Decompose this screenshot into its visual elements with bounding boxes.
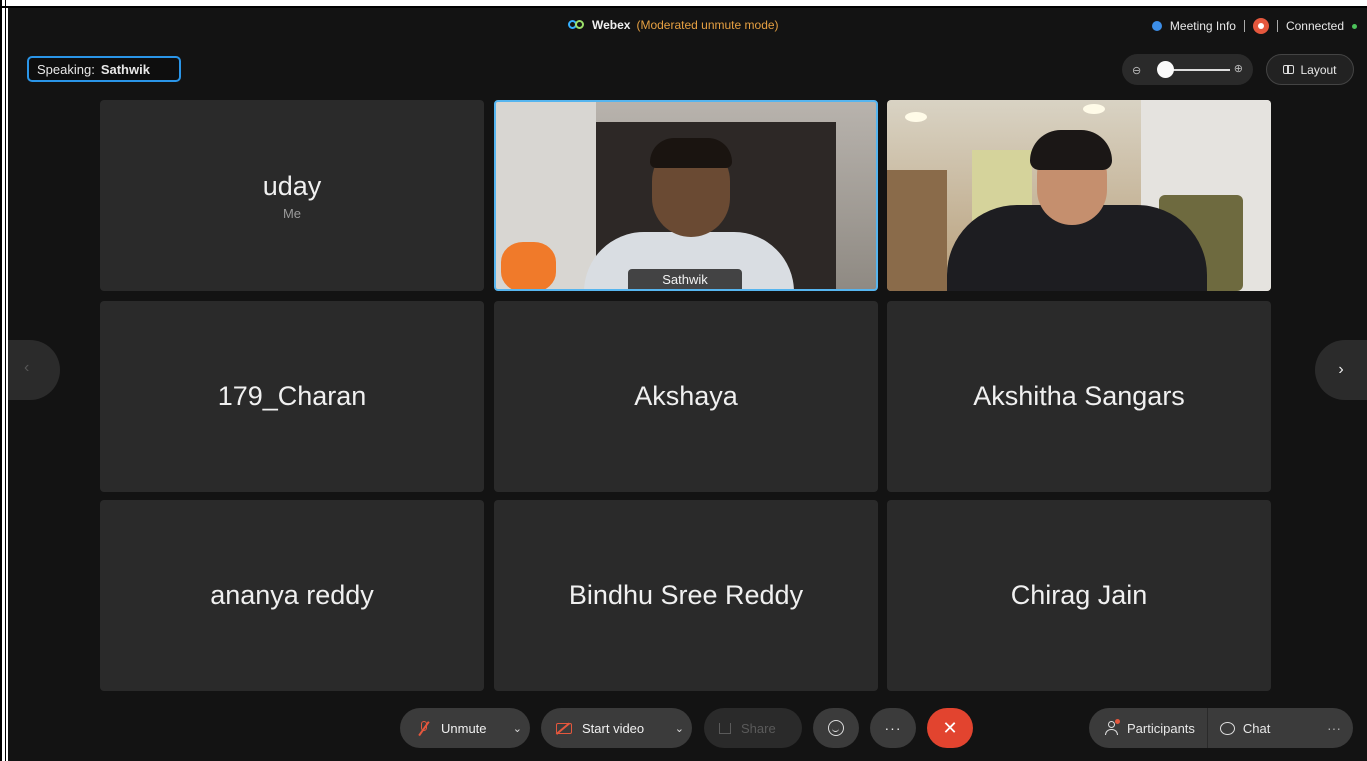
video-background	[905, 112, 927, 122]
share-icon	[719, 722, 731, 734]
close-icon: ✕	[942, 717, 958, 738]
more-panels-button[interactable]: ···	[1327, 720, 1341, 736]
participants-icon	[1105, 719, 1120, 735]
participant-name: Bindhu Sree Reddy	[568, 580, 804, 610]
notification-dot	[1115, 719, 1120, 724]
meeting-info-link[interactable]: Meeting Info	[1170, 19, 1236, 33]
participant-name: Akshaya	[634, 381, 738, 411]
participant-tile-akshitha-sangars[interactable]: Akshitha Sangars	[887, 301, 1271, 492]
participant-name: 179_Charan	[217, 381, 367, 411]
participant-name: Akshitha Sangars	[973, 381, 1185, 411]
participant-tile-ananya-reddy[interactable]: ananya reddy	[100, 500, 484, 691]
video-person	[650, 138, 732, 168]
zoom-in-icon[interactable]: ⊕	[1234, 62, 1243, 75]
unmute-label: Unmute	[441, 720, 487, 736]
unmute-button[interactable]: Unmute ⌄	[400, 708, 530, 748]
chevron-down-icon[interactable]: ⌄	[513, 722, 522, 735]
title: Webex (Moderated unmute mode)	[568, 18, 779, 32]
video-person	[1030, 130, 1112, 170]
title-right: Meeting Info Connected	[1151, 18, 1357, 34]
participant-name: Chirag Jain	[1010, 580, 1148, 610]
divider	[1206, 708, 1208, 748]
layout-icon	[1283, 65, 1295, 74]
chevron-right-icon: ›	[1338, 361, 1344, 378]
smiley-icon	[828, 720, 844, 736]
divider	[1243, 20, 1245, 32]
participant-me-label: Me	[282, 205, 302, 221]
video-background	[887, 170, 947, 291]
connection-status: Connected	[1285, 19, 1344, 33]
leave-meeting-button[interactable]: ✕	[927, 708, 973, 748]
meeting-window: Webex (Moderated unmute mode) Meeting In…	[8, 8, 1367, 761]
start-video-label: Start video	[582, 720, 645, 736]
zoom-out-icon[interactable]: ⊖	[1132, 64, 1144, 77]
chat-button[interactable]: Chat	[1243, 721, 1270, 736]
participant-name: uday	[262, 170, 322, 201]
participant-name-label: Sathwik	[628, 269, 742, 289]
participant-tile-chirag-jain[interactable]: Chirag Jain	[887, 500, 1271, 691]
participants-button[interactable]: Participants	[1127, 721, 1195, 736]
divider	[1276, 20, 1278, 32]
participant-tile-179-charan[interactable]: 179_Charan	[100, 301, 484, 492]
chat-icon	[1219, 721, 1235, 735]
camera-off-icon	[556, 722, 572, 734]
participant-tile-uday[interactable]: uday Me	[100, 100, 484, 291]
video-background	[501, 242, 556, 289]
meeting-mode: (Moderated unmute mode)	[636, 18, 779, 32]
chevron-left-icon: ‹	[24, 359, 30, 376]
panel-toggles: Participants Chat ···	[1089, 708, 1353, 748]
more-icon: ···	[884, 720, 902, 736]
start-video-button[interactable]: Start video ⌄	[541, 708, 692, 748]
participant-tile-bindhu-sree-reddy[interactable]: Bindhu Sree Reddy	[494, 500, 878, 691]
zoom-track[interactable]	[1166, 69, 1230, 71]
mic-off-icon	[417, 721, 431, 735]
webex-logo-icon	[568, 19, 586, 31]
connection-status-icon	[1352, 23, 1357, 29]
speaking-prefix: Speaking:	[37, 61, 95, 77]
share-button[interactable]: Share	[704, 708, 802, 748]
previous-page-button[interactable]: ‹	[8, 340, 60, 400]
participant-tile-akshaya[interactable]: Akshaya	[494, 301, 878, 492]
zoom-knob[interactable]	[1157, 61, 1174, 78]
video-background	[1083, 104, 1105, 114]
zoom-slider[interactable]: ⊖ ⊕	[1122, 54, 1253, 85]
app-name: Webex	[592, 18, 631, 32]
more-options-button[interactable]: ···	[870, 708, 916, 748]
speaking-indicator: Speaking: Sathwik	[27, 56, 181, 82]
layout-button[interactable]: Layout	[1266, 54, 1354, 85]
title-bar: Webex (Moderated unmute mode) Meeting In…	[8, 8, 1367, 44]
recording-icon[interactable]	[1252, 18, 1269, 34]
participant-name: ananya reddy	[210, 580, 374, 610]
info-icon	[1151, 21, 1162, 31]
layout-label: Layout	[1300, 62, 1337, 77]
share-label: Share	[741, 720, 776, 736]
reactions-button[interactable]	[813, 708, 859, 748]
next-page-button[interactable]: ›	[1315, 340, 1367, 400]
chevron-down-icon[interactable]: ⌄	[675, 722, 684, 735]
participant-tile-video[interactable]	[887, 100, 1271, 291]
participant-tile-sathwik[interactable]: Sathwik	[494, 100, 878, 291]
speaking-name: Sathwik	[100, 61, 150, 77]
